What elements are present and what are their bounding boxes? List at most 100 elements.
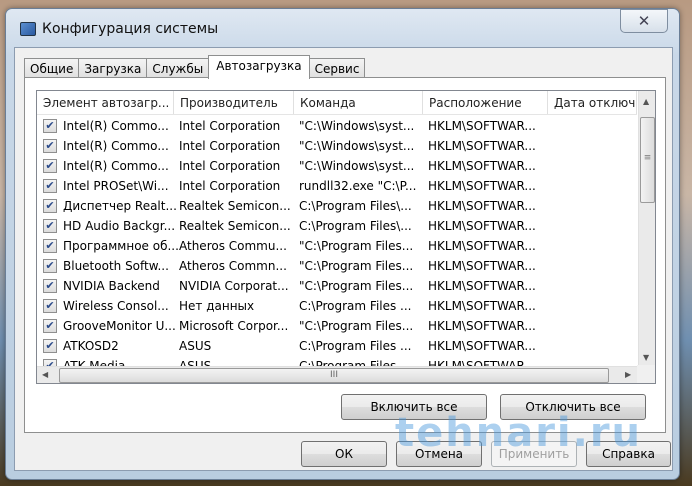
table-row[interactable]: ✔ ATK Media ASUS C:\Program Files ... HKLM\S… [37, 356, 637, 366]
command: C:\Program Files ... [299, 359, 412, 366]
vertical-scrollbar[interactable]: ▲ ≡ ▼ [638, 91, 655, 367]
scroll-left-icon[interactable]: ◀ [42, 370, 48, 379]
enable-all-button[interactable]: Включить все [341, 394, 487, 420]
enabled-checkbox[interactable]: ✔ [43, 159, 57, 173]
item-name: Intel PROSet\Wi... [63, 179, 169, 193]
cancel-button[interactable]: Отмена [396, 441, 482, 467]
location: HKLM\SOFTWAR... [428, 199, 536, 213]
manufacturer: Intel Corporation [179, 179, 281, 193]
vertical-scroll-thumb[interactable]: ≡ [640, 117, 655, 203]
tab-3[interactable]: Автозагрузка [208, 55, 310, 79]
manufacturer: NVIDIA Corporat... [179, 279, 289, 293]
title-bar: Конфигурация системы [20, 21, 218, 37]
manufacturer: Intel Corporation [179, 119, 281, 133]
item-name: Диспетчер Realt... [63, 199, 177, 213]
enabled-checkbox[interactable]: ✔ [43, 179, 57, 193]
table-row[interactable]: ✔ Программное об... Atheros Commu... "C:\Pr… [37, 236, 637, 256]
enabled-checkbox[interactable]: ✔ [43, 199, 57, 213]
item-name: HD Audio Backgr... [63, 219, 176, 233]
tab-1[interactable]: Загрузка [78, 58, 148, 79]
location: HKLM\SOFTWAR... [428, 219, 536, 233]
enabled-checkbox[interactable]: ✔ [43, 259, 57, 273]
command: C:\Program Files\... [299, 199, 412, 213]
scroll-down-icon[interactable]: ▼ [643, 353, 649, 362]
close-button[interactable]: ✕ [620, 9, 668, 33]
startup-list: Элемент автозагр... Производитель Команда Р… [36, 90, 656, 384]
location: HKLM\SOFTWAR... [428, 139, 536, 153]
column-header-1[interactable]: Производитель [174, 91, 294, 114]
command: "C:\Program Files... [299, 279, 414, 293]
table-row[interactable]: ✔ HD Audio Backgr... Realtek Semicon... C:\… [37, 216, 637, 236]
manufacturer: ASUS [179, 359, 212, 366]
msconfig-icon [20, 22, 36, 36]
tab-4[interactable]: Сервис [308, 58, 366, 79]
command: rundll32.exe "C:\P... [299, 179, 417, 193]
command: "C:\Program Files... [299, 239, 414, 253]
location: HKLM\SOFTWAR... [428, 239, 536, 253]
column-header-4[interactable]: Дата отключе [548, 91, 637, 114]
command: "C:\Windows\syst... [299, 119, 415, 133]
table-row[interactable]: ✔ Wireless Consol... Нет данных C:\Program … [37, 296, 637, 316]
command: C:\Program Files\... [299, 219, 412, 233]
manufacturer: Intel Corporation [179, 159, 281, 173]
table-row[interactable]: ✔ Диспетчер Realt... Realtek Semicon... C:\… [37, 196, 637, 216]
enabled-checkbox[interactable]: ✔ [43, 119, 57, 133]
scroll-right-icon[interactable]: ▶ [625, 370, 631, 379]
location: HKLM\SOFTWAR... [428, 359, 536, 366]
table-row[interactable]: ✔ NVIDIA Backend NVIDIA Corporat... "C:\Pro… [37, 276, 637, 296]
item-name: Bluetooth Softw... [63, 259, 169, 273]
horizontal-scroll-thumb[interactable]: III [59, 368, 609, 383]
ok-button[interactable]: ОК [301, 441, 387, 467]
dialog-client: Общие Загрузка Службы Автозагрузка Сервис Эл… [14, 47, 673, 471]
item-name: Intel(R) Commo... [63, 139, 169, 153]
manufacturer: Microsoft Corpor... [179, 319, 289, 333]
table-row[interactable]: ✔ GrooveMonitor U... Microsoft Corpor... "C… [37, 316, 637, 336]
enabled-checkbox[interactable]: ✔ [43, 359, 57, 366]
dialog-window: Конфигурация системы ✕ Общие Загрузка Служ… [5, 8, 680, 480]
manufacturer: Realtek Semicon... [179, 219, 291, 233]
enabled-checkbox[interactable]: ✔ [43, 279, 57, 293]
help-button[interactable]: Справка [586, 441, 671, 467]
table-row[interactable]: ✔ Bluetooth Softw... Atheros Commn... "C:\P… [37, 256, 637, 276]
scroll-up-icon[interactable]: ▲ [643, 97, 649, 106]
apply-button[interactable]: Применить [491, 441, 577, 467]
item-name: Intel(R) Commo... [63, 119, 169, 133]
command: "C:\Program Files... [299, 259, 414, 273]
horizontal-scrollbar[interactable]: ◀ III ▶ [37, 366, 639, 383]
table-row[interactable]: ✔ Intel PROSet\Wi... Intel Corporation rund… [37, 176, 637, 196]
disable-all-button[interactable]: Отключить все [500, 394, 646, 420]
location: HKLM\SOFTWAR... [428, 299, 536, 313]
tab-0[interactable]: Общие [24, 58, 80, 79]
column-header-3[interactable]: Расположение [423, 91, 548, 114]
column-header-2[interactable]: Команда [294, 91, 423, 114]
location: HKLM\SOFTWAR... [428, 319, 536, 333]
manufacturer: Realtek Semicon... [179, 199, 291, 213]
window-title: Конфигурация системы [42, 21, 219, 37]
enabled-checkbox[interactable]: ✔ [43, 219, 57, 233]
item-name: GrooveMonitor U... [63, 319, 176, 333]
item-name: Wireless Consol... [63, 299, 169, 313]
item-name: ATK Media [63, 359, 126, 366]
location: HKLM\SOFTWAR... [428, 279, 536, 293]
command: "C:\Windows\syst... [299, 159, 415, 173]
table-row[interactable]: ✔ ATKOSD2 ASUS C:\Program Files ... HKLM\SOF… [37, 336, 637, 356]
enabled-checkbox[interactable]: ✔ [43, 299, 57, 313]
item-name: NVIDIA Backend [63, 279, 160, 293]
enabled-checkbox[interactable]: ✔ [43, 339, 57, 353]
location: HKLM\SOFTWAR... [428, 119, 536, 133]
enabled-checkbox[interactable]: ✔ [43, 239, 57, 253]
table-row[interactable]: ✔ Intel(R) Commo... Intel Corporation "C:\W… [37, 156, 637, 176]
manufacturer: ASUS [179, 339, 212, 353]
table-row[interactable]: ✔ Intel(R) Commo... Intel Corporation "C:\W… [37, 136, 637, 156]
tab-2[interactable]: Службы [146, 58, 210, 79]
list-header: Элемент автозагр... Производитель Команда Р… [37, 91, 637, 115]
column-header-0[interactable]: Элемент автозагр... [37, 91, 174, 114]
command: "C:\Windows\syst... [299, 139, 415, 153]
table-row[interactable]: ✔ Intel(R) Commo... Intel Corporation "C:\W… [37, 116, 637, 136]
item-name: ATKOSD2 [63, 339, 119, 353]
location: HKLM\SOFTWAR... [428, 339, 536, 353]
item-name: Программное об... [63, 239, 179, 253]
location: HKLM\SOFTWAR... [428, 179, 536, 193]
enabled-checkbox[interactable]: ✔ [43, 319, 57, 333]
enabled-checkbox[interactable]: ✔ [43, 139, 57, 153]
